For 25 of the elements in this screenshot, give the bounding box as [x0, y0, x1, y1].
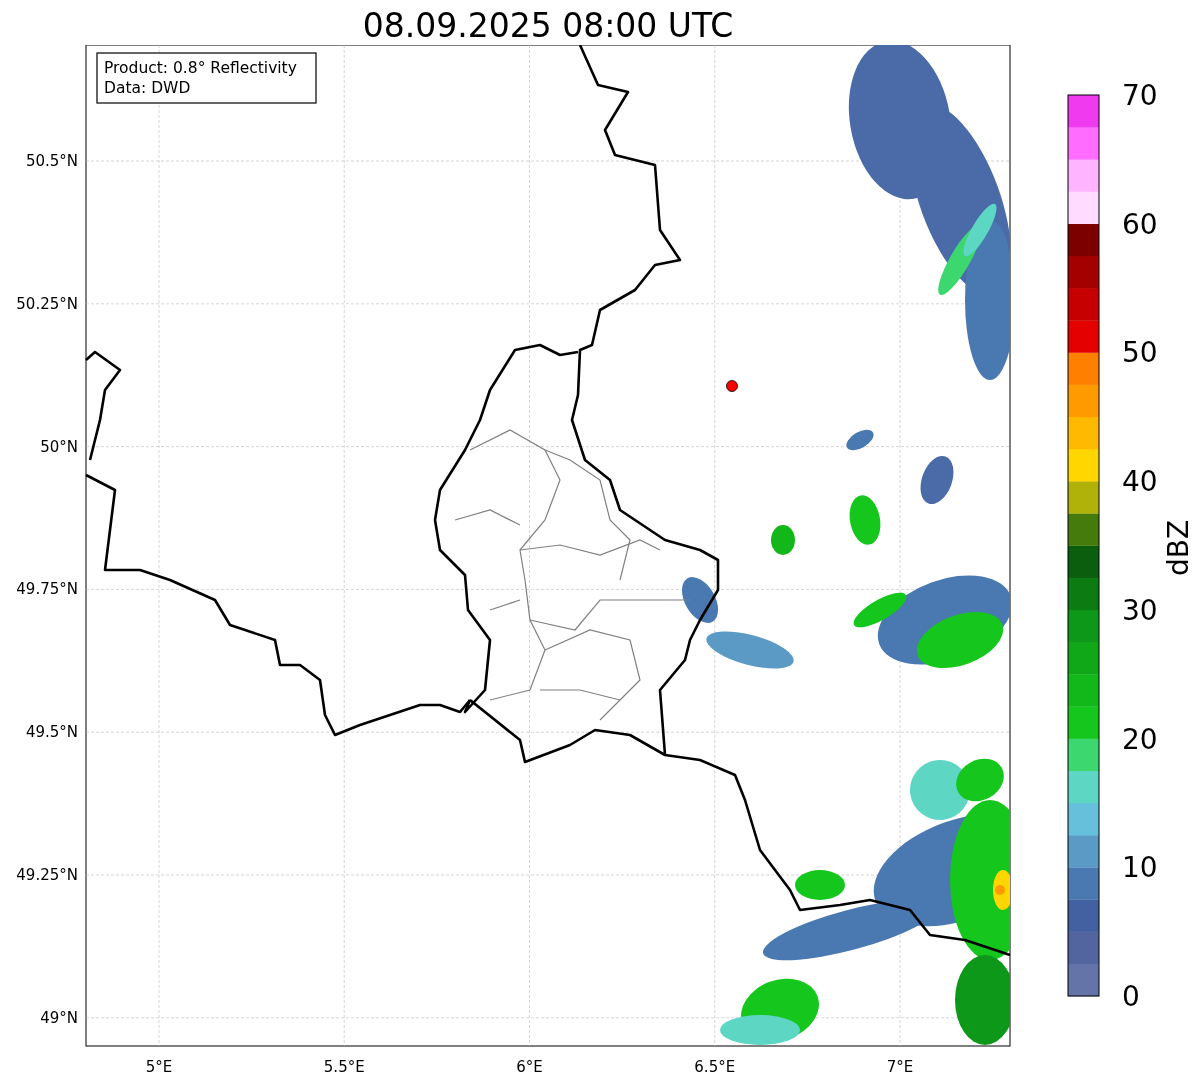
colorbar-tick-label: 30	[1122, 593, 1158, 627]
latitude-label: 49.5°N	[25, 723, 78, 742]
map-title: 08.09.2025 08:00 UTC	[361, 5, 735, 45]
latitude-label: 49.75°N	[16, 580, 78, 599]
legend-text: Product: 0.8° Reflectivity	[104, 59, 297, 77]
longitude-label: 5.5°E	[323, 1058, 365, 1076]
colorbar-tick-label: 40	[1122, 465, 1158, 499]
colorbar-tick-label: 50	[1122, 336, 1158, 370]
colorbar-label: dBZ	[1162, 519, 1195, 577]
longitude-label: 5°E	[145, 1058, 173, 1076]
latitude-label: 49°N	[40, 1008, 78, 1027]
radar-site-marker	[726, 380, 738, 392]
latitude-label: 49.25°N	[16, 866, 78, 884]
legend-text: Data: DWD	[104, 79, 191, 97]
latitude-label: 50.5°N	[25, 152, 78, 170]
colorbar-tick-label: 70	[1122, 79, 1158, 112]
latitude-label: 50.25°N	[16, 294, 78, 313]
longitude-label: 6°E	[516, 1058, 543, 1076]
longitude-label: 6.5°E	[694, 1058, 736, 1076]
colorbar-tick-label: 0	[1122, 980, 1140, 1013]
longitude-label: 7°E	[886, 1058, 914, 1076]
colorbar-tick-label: 20	[1122, 722, 1158, 756]
colorbar-tick-label: 10	[1122, 851, 1158, 885]
latitude-label: 50°N	[40, 437, 78, 456]
colorbar-tick-label: 60	[1122, 207, 1158, 241]
